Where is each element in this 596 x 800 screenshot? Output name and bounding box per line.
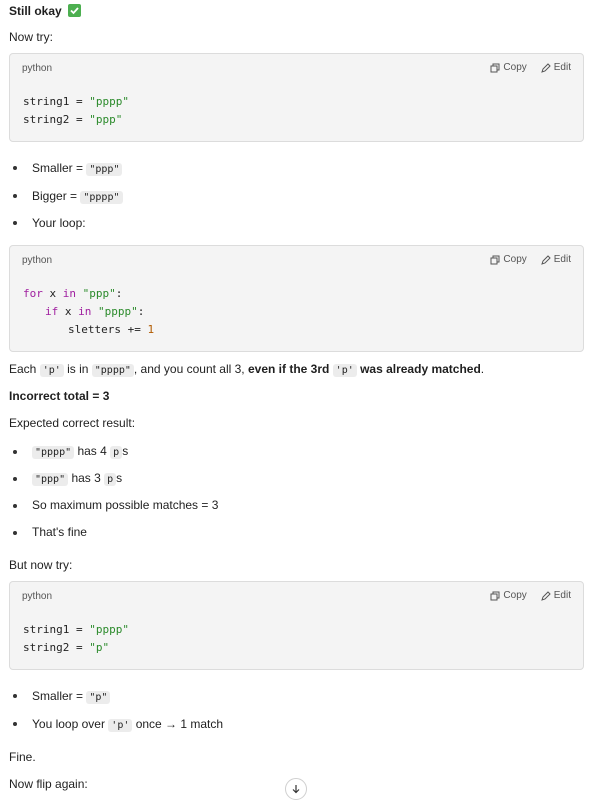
code-line: sletters += 1	[68, 323, 155, 336]
fine-text: Fine.	[9, 750, 36, 764]
edit-icon	[540, 254, 551, 265]
arrow-down-icon	[292, 785, 300, 794]
bullet	[13, 477, 17, 481]
copy-icon	[490, 591, 500, 600]
bullet	[13, 194, 17, 198]
bullet	[13, 166, 17, 170]
code-line: if x in "pppp":	[45, 305, 145, 318]
list-item: You loop over 'p' once → 1 match	[32, 717, 224, 732]
code-line: string1 = "pppp"	[23, 95, 129, 108]
copy-icon	[490, 255, 500, 264]
code-language-label: python	[22, 255, 53, 266]
bullet	[13, 722, 17, 726]
code-language-label: python	[22, 591, 53, 602]
flip-text: Now flip again:	[9, 777, 88, 791]
list-item: Bigger = "pppp"	[32, 188, 123, 206]
code-line: string2 = "ppp"	[23, 113, 123, 126]
code-line: for x in "ppp":	[23, 287, 123, 300]
code-line: string2 = "p"	[23, 641, 110, 654]
copy-icon	[490, 63, 500, 72]
code-block-1: python Copy Edit string1 = "pppp" string…	[9, 53, 584, 142]
bullet	[13, 504, 17, 508]
copy-button[interactable]: Copy	[490, 254, 527, 265]
edit-icon	[540, 590, 551, 601]
bullet	[13, 694, 17, 698]
bullet	[13, 450, 17, 454]
expected-heading: Expected correct result:	[9, 416, 136, 430]
code-block-2: python Copy Edit for x in "ppp": if x in…	[9, 245, 584, 352]
incorrect-total: Incorrect total = 3	[9, 389, 110, 403]
code-block-3: python Copy Edit string1 = "pppp" string…	[9, 581, 584, 670]
code-language-label: python	[22, 63, 53, 74]
copy-button[interactable]: Copy	[490, 62, 527, 73]
check-mark-emoji-icon	[68, 4, 82, 17]
edit-icon	[540, 62, 551, 73]
list-item: Smaller = "ppp"	[32, 160, 123, 178]
list-item: Smaller = "p"	[32, 688, 111, 706]
explanation-text: Each 'p' is in "pppp", and you count all…	[9, 362, 485, 377]
edit-button[interactable]: Edit	[540, 62, 571, 73]
scroll-down-button[interactable]	[285, 778, 307, 800]
bullet	[13, 221, 17, 225]
copy-button[interactable]: Copy	[490, 590, 527, 601]
section-heading: Still okay	[9, 3, 82, 19]
list-item: Your loop:	[32, 216, 86, 230]
list-item: "ppp" has 3 ps	[32, 470, 122, 488]
edit-button[interactable]: Edit	[540, 590, 571, 601]
list-item: So maximum possible matches = 3	[32, 498, 219, 512]
intro-text: Now try:	[9, 30, 54, 44]
code-line: string1 = "pppp"	[23, 623, 129, 636]
but-now-text: But now try:	[9, 558, 73, 572]
edit-button[interactable]: Edit	[540, 254, 571, 265]
list-item: "pppp" has 4 ps	[32, 443, 128, 461]
list-item: That's fine	[32, 525, 87, 539]
bullet	[13, 531, 17, 535]
